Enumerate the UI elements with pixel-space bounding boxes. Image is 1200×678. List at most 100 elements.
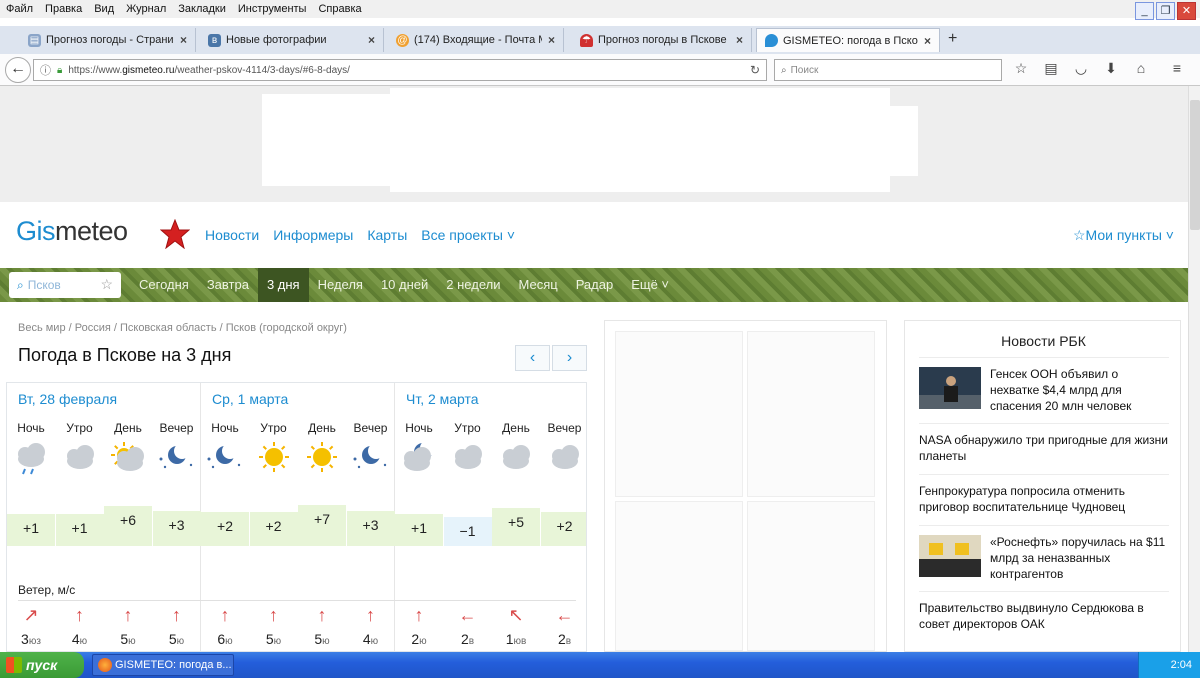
wind-direction-label: юз xyxy=(28,636,41,647)
sun-icon xyxy=(298,439,346,475)
menu-bookmarks[interactable]: Закладки xyxy=(178,3,226,15)
wind-direction-arrow-icon: ↑ xyxy=(317,605,327,625)
close-tab-icon[interactable]: × xyxy=(548,33,555,47)
close-window-button[interactable]: ✕ xyxy=(1177,2,1196,20)
wind-direction-arrow-icon: ↑ xyxy=(75,605,84,625)
page-scrollbar[interactable] xyxy=(1188,86,1200,652)
close-tab-icon[interactable]: × xyxy=(180,33,187,47)
browser-search-input[interactable]: ⌕ Поиск xyxy=(774,59,1002,81)
wind-direction-label: ю xyxy=(225,636,233,647)
news-photo-un xyxy=(919,367,981,409)
nav-maps[interactable]: Карты xyxy=(367,227,407,243)
period-tab[interactable]: Неделя xyxy=(309,268,372,302)
wind-speed: 5ю xyxy=(298,631,346,647)
taskbar: пуск GISMETEO: погода в... 2:04 xyxy=(0,652,1200,678)
wind-direction-arrow-icon: ↖ xyxy=(508,605,524,625)
wind-direction-label: в xyxy=(565,636,572,647)
news-item[interactable]: NASA обнаружило три пригодные для жизни … xyxy=(919,423,1169,464)
ad-banner xyxy=(0,86,1188,202)
wind-direction-label: ю xyxy=(322,636,330,647)
menu-history[interactable]: Журнал xyxy=(126,3,166,15)
scrollbar-thumb[interactable] xyxy=(1190,100,1200,230)
news-item[interactable]: «Роснефть» поручилась на $11 млрд за нен… xyxy=(919,525,1169,582)
wind-direction-label: в xyxy=(468,636,475,647)
cloud-rain-icon xyxy=(7,439,55,475)
wind-speed-value: 5 xyxy=(314,631,323,647)
period-tab[interactable]: Сегодня xyxy=(130,268,198,302)
nav-news[interactable]: Новости xyxy=(205,227,259,243)
menu-icon[interactable]: ≡ xyxy=(1166,60,1188,80)
city-search-input[interactable]: ⌕ Псков ☆ xyxy=(9,272,121,298)
pocket-icon[interactable]: ◡ xyxy=(1070,60,1092,80)
gismeteo-logo[interactable]: Gismeteo xyxy=(16,216,128,247)
news-item[interactable]: Правительство выдвинуло Сердюкова в сове… xyxy=(919,591,1169,632)
url-prefix: https://www. xyxy=(68,64,123,76)
nav-informers[interactable]: Информеры xyxy=(273,227,353,243)
back-button[interactable]: ← xyxy=(5,57,31,83)
new-tab-button[interactable]: + xyxy=(948,30,957,48)
page-icon: ▤ xyxy=(28,33,41,47)
page-title: Погода в Пскове на 3 дня xyxy=(18,345,232,365)
address-bar[interactable]: ⓘ 🔒︎ https://www. gismeteo.ru/weather-psk… xyxy=(33,59,767,81)
menu-file[interactable]: Файл xyxy=(6,3,33,15)
home-icon[interactable]: ⌂ xyxy=(1130,60,1152,80)
my-points-link[interactable]: ☆Мои пункты ˅ xyxy=(1073,227,1174,244)
wind-speed: 2ю xyxy=(395,631,443,647)
period-tab[interactable]: Радар xyxy=(567,268,623,302)
navigation-bar: ← ⓘ 🔒︎ https://www. gismeteo.ru/weather-p… xyxy=(0,54,1200,86)
menu-view[interactable]: Вид xyxy=(94,3,114,15)
search-placeholder: Поиск xyxy=(790,64,819,76)
browser-tab[interactable]: @ (174) Входящие - Почта Mail... × xyxy=(388,28,564,52)
browser-tab[interactable]: ▤ Прогноз погоды - Страница... × xyxy=(20,28,196,52)
prev-days-button[interactable]: ‹ xyxy=(515,345,550,371)
favorite-star-icon[interactable]: ☆ xyxy=(100,276,113,293)
menu-tools[interactable]: Инструменты xyxy=(238,3,307,15)
browser-tab[interactable]: ☂ Прогноз погоды в Пскове н... × xyxy=(572,28,752,52)
news-photo-rosneft xyxy=(919,535,981,577)
period-tab[interactable]: 2 недели xyxy=(437,268,509,302)
news-item[interactable]: Генсек ООН объявил о нехватке $4,4 млрд … xyxy=(919,357,1169,414)
period-tab[interactable]: Завтра xyxy=(198,268,258,302)
wind-speed: 2в xyxy=(444,631,492,647)
moon-cloud-icon xyxy=(395,439,443,475)
bookmark-star-icon[interactable]: ☆ xyxy=(1010,60,1032,80)
day-title: Чт, 2 марта xyxy=(406,391,479,407)
clock: 2:04 xyxy=(1170,659,1192,671)
browser-tab[interactable]: в Новые фотографии × xyxy=(200,28,384,52)
temperature-bar: +2 xyxy=(540,512,586,546)
browser-tab-active[interactable]: GISMETEO: погода в Пскове... × xyxy=(756,28,940,52)
period-tab[interactable]: 3 дня xyxy=(257,268,309,302)
close-tab-icon[interactable]: × xyxy=(736,33,743,47)
close-tab-icon[interactable]: × xyxy=(924,34,931,48)
period-label: Ночь xyxy=(405,421,433,435)
minimize-button[interactable]: _ xyxy=(1135,2,1154,20)
info-icon[interactable]: ⓘ xyxy=(40,62,51,78)
system-tray: 2:04 xyxy=(1138,652,1200,678)
period-tab[interactable]: Месяц xyxy=(509,268,566,302)
temperature-bar: +2 xyxy=(201,512,249,546)
wind-direction-arrow-icon: ↑ xyxy=(172,605,181,625)
window-controls: _ ❐ ✕ xyxy=(1135,2,1196,20)
wind-speed-value: 5 xyxy=(168,631,177,647)
start-button[interactable]: пуск xyxy=(0,652,84,678)
news-item[interactable]: Генпрокуратура попросила отменить пригов… xyxy=(919,474,1169,515)
menu-help[interactable]: Справка xyxy=(318,3,361,15)
maximize-button[interactable]: ❐ xyxy=(1156,2,1175,20)
forecast-period-tabs: Сегодня Завтра 3 дня Неделя 10 дней 2 недели М… xyxy=(130,268,678,302)
nav-all-projects[interactable]: Все проекты ˅ xyxy=(421,227,515,243)
next-days-button[interactable]: › xyxy=(552,345,587,371)
wind-speed-value: 4 xyxy=(71,631,80,647)
taskbar-window-firefox[interactable]: GISMETEO: погода в... xyxy=(92,654,234,676)
period-tab[interactable]: 10 дней xyxy=(372,268,437,302)
reload-icon[interactable]: ↻ xyxy=(750,63,760,77)
wind-speed: 4ю xyxy=(347,631,395,647)
reading-list-icon[interactable]: ▤ xyxy=(1040,60,1062,80)
menu-edit[interactable]: Правка xyxy=(45,3,82,15)
wind-direction-arrow-icon: ↑ xyxy=(269,605,278,625)
temperature-bar: +2 xyxy=(249,512,298,546)
wind-direction-arrow-icon: ↑ xyxy=(414,605,424,625)
close-tab-icon[interactable]: × xyxy=(368,33,375,47)
search-icon: ⌕ xyxy=(17,277,24,292)
downloads-icon[interactable]: ⬇ xyxy=(1100,60,1122,80)
period-tab[interactable]: Ещё ˅ xyxy=(622,268,678,302)
